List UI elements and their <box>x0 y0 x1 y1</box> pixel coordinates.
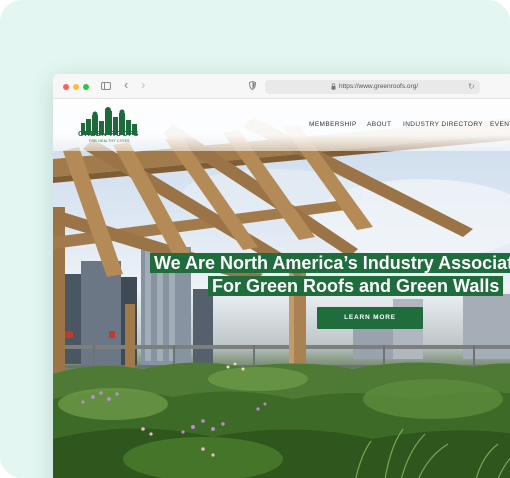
reload-icon[interactable]: ↻ <box>468 83 475 91</box>
logo-name: GREEN ROOFS <box>78 129 139 138</box>
forward-arrow-icon[interactable]: › <box>141 77 145 93</box>
back-arrow-icon[interactable]: ‹ <box>124 77 128 93</box>
lock-icon <box>331 83 336 90</box>
shield-icon[interactable] <box>249 81 256 90</box>
minimize-window-button[interactable] <box>73 84 79 90</box>
nav-item-industry-directory[interactable]: INDUSTRY DIRECTORY <box>403 121 483 129</box>
logo-tagline: FOR HEALTHY CITIES <box>89 139 130 143</box>
hero-headline-line-1: We Are North America’s Industry Associat… <box>150 253 510 273</box>
nav-item-events[interactable]: EVENTS <box>490 121 510 129</box>
webpage: We Are North America’s Industry Associat… <box>53 99 510 478</box>
hero-section: We Are North America’s Industry Associat… <box>53 99 510 478</box>
browser-window: ‹ › https://www.greenroofs.org/ ↻ We Are… <box>53 74 510 478</box>
browser-toolbar: ‹ › https://www.greenroofs.org/ ↻ <box>53 74 510 99</box>
address-bar[interactable]: https://www.greenroofs.org/ ↻ <box>265 80 480 94</box>
zoom-window-button[interactable] <box>83 84 89 90</box>
hero-headline-line-2: For Green Roofs and Green Walls <box>208 276 504 296</box>
nav-item-membership[interactable]: MEMBERSHIP <box>309 121 357 129</box>
learn-more-button[interactable]: LEARN MORE <box>317 307 423 329</box>
nav-item-about[interactable]: ABOUT <box>367 121 391 129</box>
site-header: GREEN ROOFS FOR HEALTHY CITIES MEMBERSHI… <box>53 99 510 151</box>
site-logo[interactable]: GREEN ROOFS FOR HEALTHY CITIES <box>75 105 145 145</box>
sidebar-icon[interactable] <box>101 82 111 90</box>
close-window-button[interactable] <box>63 84 69 90</box>
url-text: https://www.greenroofs.org/ <box>339 83 419 90</box>
